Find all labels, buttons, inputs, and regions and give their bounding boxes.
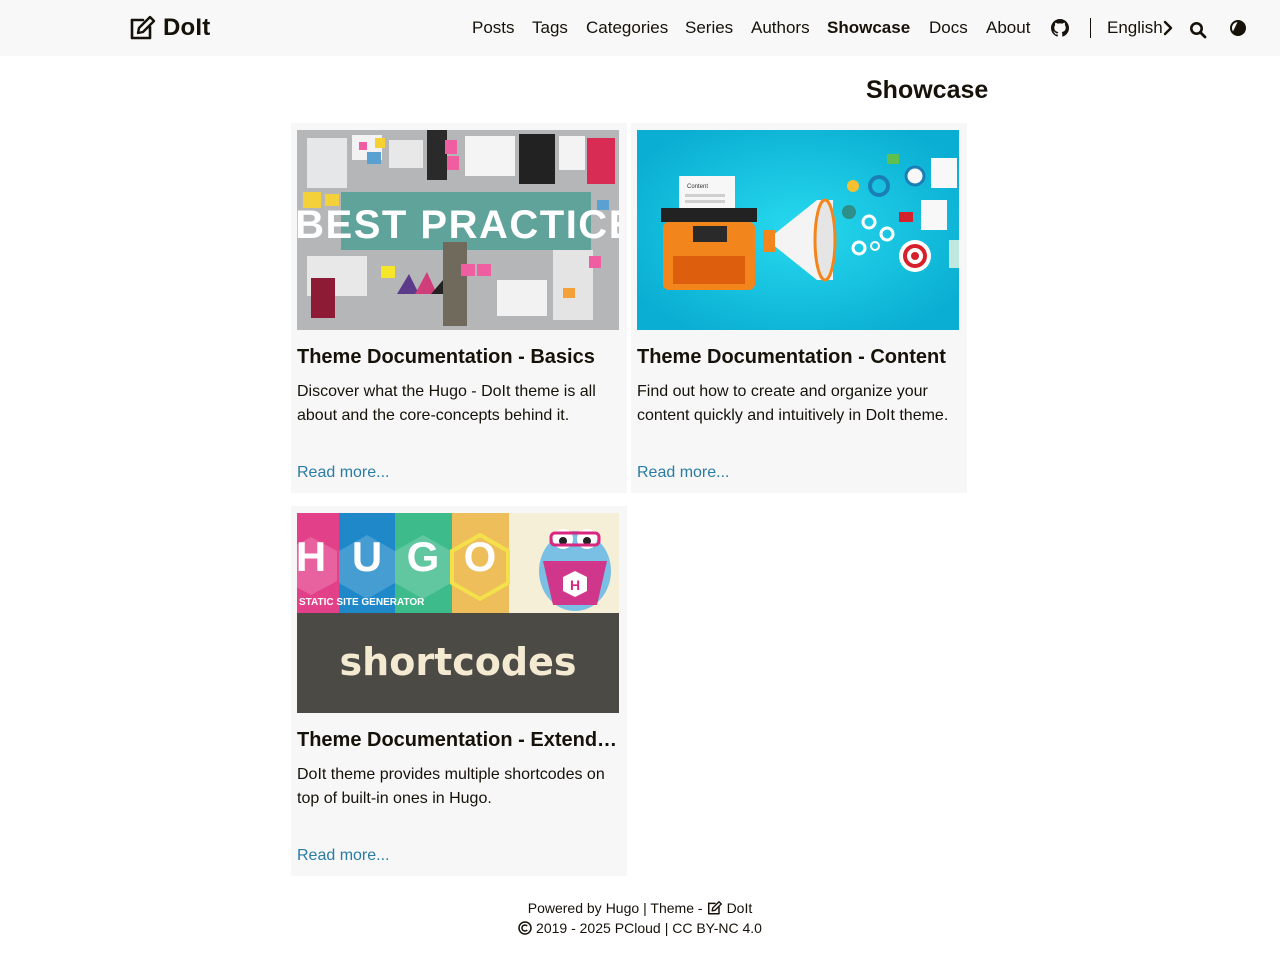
theme-toggle-icon (1230, 20, 1246, 36)
theme-toggle-button[interactable] (1229, 19, 1247, 37)
post-card: Content Theme Documentation - Content Fi… (631, 123, 967, 493)
read-more-link[interactable]: Read more... (637, 461, 729, 485)
post-card-title[interactable]: Theme Documentation - Extended Shortcode… (297, 726, 623, 754)
nav-item-tags[interactable]: Tags (532, 16, 568, 40)
nav-separator (1090, 18, 1091, 38)
hugo-shortcodes-image: H U G O STATIC SITE GENERATOR H shortcod… (297, 513, 619, 713)
nav-item-about[interactable]: About (986, 16, 1030, 40)
nav-item-docs[interactable]: Docs (929, 16, 968, 40)
github-link[interactable] (1051, 19, 1069, 37)
site-logo-link[interactable]: DoIt (129, 14, 210, 42)
theme-name: DoIt (726, 900, 753, 916)
post-card: BEST PRACTICE Theme Documentation - Basi… (291, 123, 627, 493)
chevron-right-icon[interactable] (1162, 20, 1174, 36)
read-more-link[interactable]: Read more... (297, 844, 389, 868)
nav-item-showcase[interactable]: Showcase (827, 16, 910, 40)
post-card-image-link[interactable]: Content (637, 130, 959, 330)
post-card-image-link[interactable]: H U G O STATIC SITE GENERATOR H shortcod… (297, 513, 619, 713)
copyright-years: 2019 - 2025 (536, 920, 611, 936)
site-header: DoIt Posts Tags Categories Series Author… (0, 0, 1280, 56)
language-select[interactable]: English (1107, 16, 1163, 40)
hugo-link[interactable]: Hugo (606, 898, 639, 918)
copyright-icon (518, 921, 532, 935)
page-title: Showcase (866, 76, 989, 104)
footer-theme-prefix: | Theme - (643, 900, 703, 916)
search-button[interactable] (1189, 21, 1207, 39)
post-card-image-link[interactable]: BEST PRACTICE (297, 130, 619, 330)
author-link[interactable]: PCloud (615, 918, 661, 938)
post-card-title[interactable]: Theme Documentation - Basics (297, 343, 623, 371)
image-tagline: STATIC SITE GENERATOR (299, 597, 425, 608)
image-letter: U (352, 533, 382, 580)
content-marketing-image: Content (637, 130, 959, 330)
github-icon (1051, 19, 1069, 37)
edit-icon (130, 15, 156, 40)
license-link[interactable]: | CC BY-NC 4.0 (665, 918, 762, 938)
image-caption: shortcodes (340, 640, 577, 684)
footer-copyright-line: 2019 - 2025 PCloud | CC BY-NC 4.0 (0, 918, 1280, 938)
post-card: H U G O STATIC SITE GENERATOR H shortcod… (291, 506, 627, 876)
site-footer: Powered by Hugo | Theme - DoIt 2019 - 20… (0, 898, 1280, 938)
image-letter: H (297, 533, 326, 580)
image-caption: Content (687, 184, 708, 190)
post-card-summary: Discover what the Hugo - DoIt theme is a… (297, 383, 596, 424)
nav-item-series[interactable]: Series (685, 16, 733, 40)
image-caption: BEST PRACTICE (297, 203, 619, 247)
image-letter: O (464, 533, 497, 580)
post-card-summary: Find out how to create and organize your… (637, 383, 949, 424)
best-practice-image: BEST PRACTICE (297, 130, 619, 330)
nav-item-posts[interactable]: Posts (472, 16, 515, 40)
nav-item-authors[interactable]: Authors (751, 16, 810, 40)
search-icon (1190, 22, 1207, 39)
post-card-title[interactable]: Theme Documentation - Content (637, 343, 963, 371)
footer-powered-line: Powered by Hugo | Theme - DoIt (0, 898, 1280, 918)
image-badge: H (570, 577, 580, 593)
image-letter: G (407, 533, 440, 580)
read-more-link[interactable]: Read more... (297, 461, 389, 485)
theme-link[interactable]: DoIt (707, 898, 753, 918)
nav-item-categories[interactable]: Categories (586, 16, 668, 40)
brand-name: DoIt (163, 14, 211, 41)
edit-icon (707, 901, 722, 915)
footer-powered-prefix: Powered by (527, 900, 602, 916)
post-card-summary: DoIt theme provides multiple shortcodes … (297, 766, 605, 807)
